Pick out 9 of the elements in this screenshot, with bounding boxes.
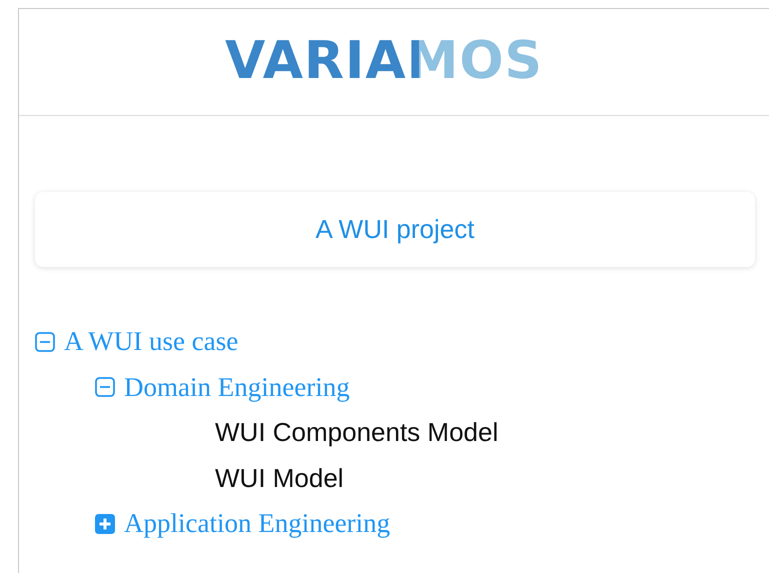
collapse-icon[interactable]: [95, 377, 115, 398]
tree-model-item[interactable]: WUI Components Model: [215, 417, 498, 448]
tree-folder-item[interactable]: A WUI use case: [64, 326, 238, 358]
tree-model-item[interactable]: WUI Model: [215, 462, 344, 494]
expand-icon[interactable]: [95, 514, 115, 534]
project-card[interactable]: A WUI project: [35, 192, 755, 267]
tree-folder-item[interactable]: Domain Engineering: [124, 372, 350, 403]
tree-folder-item[interactable]: Application Engineering: [124, 508, 390, 540]
collapse-icon[interactable]: [35, 332, 55, 352]
